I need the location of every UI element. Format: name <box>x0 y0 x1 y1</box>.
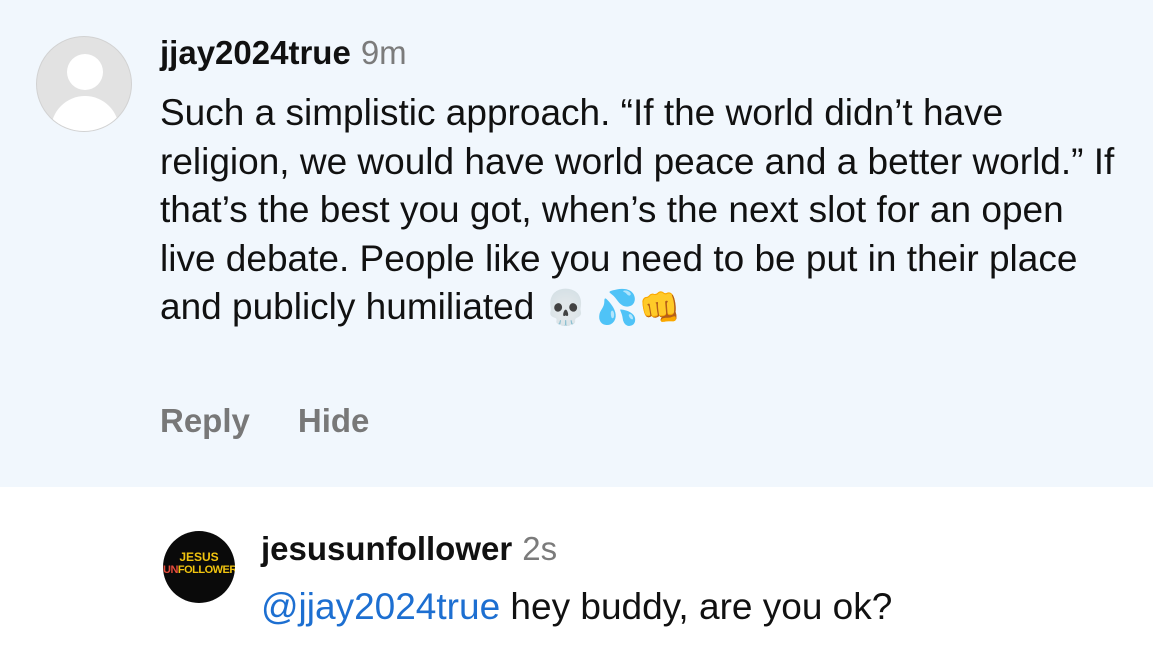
mention-link[interactable]: @jjay2024true <box>261 586 500 627</box>
comment-text: Such a simplistic approach. “If the worl… <box>160 89 1120 333</box>
brand-logo-red: UN <box>163 564 178 576</box>
comment-header: jjay2024true 9m <box>160 33 407 73</box>
comment-timestamp: 9m <box>360 34 407 71</box>
reply-button[interactable]: Reply <box>160 402 250 439</box>
brand-avatar[interactable]: JESUS UNFOLLOWER <box>163 531 235 603</box>
default-user-icon[interactable] <box>36 36 132 132</box>
highlighted-comment: jjay2024true 9m Such a simplistic approac… <box>0 0 1153 487</box>
hide-button[interactable]: Hide <box>298 402 370 439</box>
reply-header: jesusunfollower 2s <box>261 529 557 569</box>
avatar-body-shape <box>51 96 119 131</box>
brand-logo-line1: JESUS <box>179 550 219 564</box>
comment-username[interactable]: jjay2024true <box>160 34 351 71</box>
reply-text: @jjay2024true hey buddy, are you ok? <box>261 583 892 631</box>
comment-actions: Reply Hide <box>160 401 369 441</box>
reply-body: hey buddy, are you ok? <box>500 586 893 627</box>
reply-timestamp: 2s <box>522 530 558 567</box>
comment-emojis: 💀 💦👊 <box>544 289 682 327</box>
brand-logo-rest: FOLLOWER <box>177 564 235 576</box>
brand-logo-line2: UNFOLLOWER <box>163 564 235 576</box>
avatar-head-shape <box>67 54 103 90</box>
reply-username[interactable]: jesusunfollower <box>261 530 512 567</box>
